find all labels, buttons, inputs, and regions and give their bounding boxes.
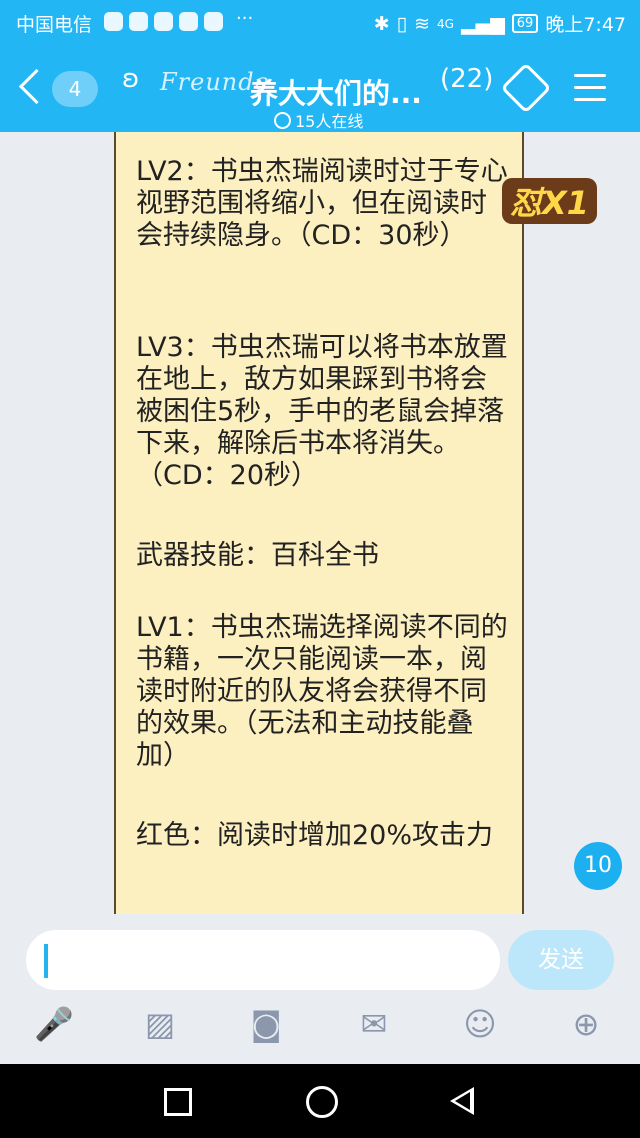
camera-icon[interactable]: ◙ xyxy=(246,1004,286,1044)
vibrate-icon: ▯ xyxy=(396,12,408,35)
app-icon xyxy=(154,12,173,31)
more-notifications: ··· xyxy=(236,8,254,29)
online-count: 15人在线 xyxy=(295,112,364,131)
member-count[interactable]: (22) xyxy=(440,64,493,94)
message-paragraph: 红色：阅读时增加20%攻击力 xyxy=(136,820,494,851)
menu-icon[interactable] xyxy=(574,74,606,101)
carrier-label: 中国电信 xyxy=(16,14,93,36)
battery-indicator: 69 xyxy=(511,14,539,33)
app2-icon xyxy=(204,12,223,31)
bluetooth-icon: ✱ xyxy=(373,12,390,35)
plus-icon[interactable]: ⊕ xyxy=(566,1004,606,1044)
clock: 晚上7:47 xyxy=(545,14,626,36)
browser-icon xyxy=(179,12,198,31)
chat-area[interactable]: LV2：书虫杰瑞阅读时过于专心视野范围将缩小，但在阅读时会持续隐身。（CD：30… xyxy=(0,132,640,914)
notification-icons xyxy=(104,12,223,31)
wechat-icon xyxy=(129,12,148,31)
message-paragraph: LV1：书虫杰瑞选择阅读不同的书籍，一次只能阅读一本，阅读时附近的队友将会获得不… xyxy=(136,612,508,771)
signal-icon: ▂▄▆ xyxy=(460,12,505,35)
status-right: ✱ ▯ ≋ 4G ▂▄▆ 69 晚上7:47 xyxy=(374,10,626,37)
group-tag-icon[interactable] xyxy=(500,62,552,114)
toolbar: 🎤 ▨ ◙ ✉ ☺ ⊕ xyxy=(0,1004,640,1054)
system-nav-bar xyxy=(0,1064,640,1138)
message-paragraph: LV3：书虫杰瑞可以将书本放置在地上，敌方如果踩到书将会被困住5秒，手中的老鼠会… xyxy=(136,332,508,491)
online-status[interactable]: 15人在线 xyxy=(274,108,363,132)
image-icon[interactable]: ▨ xyxy=(140,1004,180,1044)
emoji-icon[interactable]: ☺ xyxy=(460,1004,500,1044)
new-messages-badge[interactable]: 10 xyxy=(574,842,622,890)
red-packet-icon[interactable]: ✉ xyxy=(354,1004,394,1044)
message-paragraph: LV2：书虫杰瑞阅读时过于专心视野范围将缩小，但在阅读时会持续隐身。（CD：30… xyxy=(136,156,508,251)
unread-badge[interactable]: 4 xyxy=(52,71,98,107)
chat-header: 4 ʚ Freunde 养大大们的... (22) 15人在线 xyxy=(0,44,640,132)
mic-icon[interactable]: 🎤 xyxy=(34,1004,74,1044)
text-caret xyxy=(44,944,48,978)
network-label: 4G xyxy=(437,16,454,31)
group-title[interactable]: 养大大们的... xyxy=(250,72,422,112)
title-sticker: 怼X1 xyxy=(502,178,597,224)
back-icon[interactable] xyxy=(18,68,55,105)
send-button[interactable]: 发送 xyxy=(508,930,614,990)
tiktok-icon xyxy=(104,12,123,31)
online-icon xyxy=(274,111,291,129)
recents-icon[interactable] xyxy=(164,1088,192,1116)
message-input[interactable] xyxy=(26,930,500,990)
message-paragraph: 武器技能：百科全书 xyxy=(136,540,379,571)
back-nav-icon[interactable] xyxy=(450,1087,474,1115)
ear-icon[interactable]: ʚ xyxy=(122,64,139,94)
wifi-icon: ≋ xyxy=(414,12,430,35)
status-bar: 中国电信 ··· ✱ ▯ ≋ 4G ▂▄▆ 69 晚上7:47 xyxy=(0,0,640,44)
home-icon[interactable] xyxy=(306,1086,338,1118)
